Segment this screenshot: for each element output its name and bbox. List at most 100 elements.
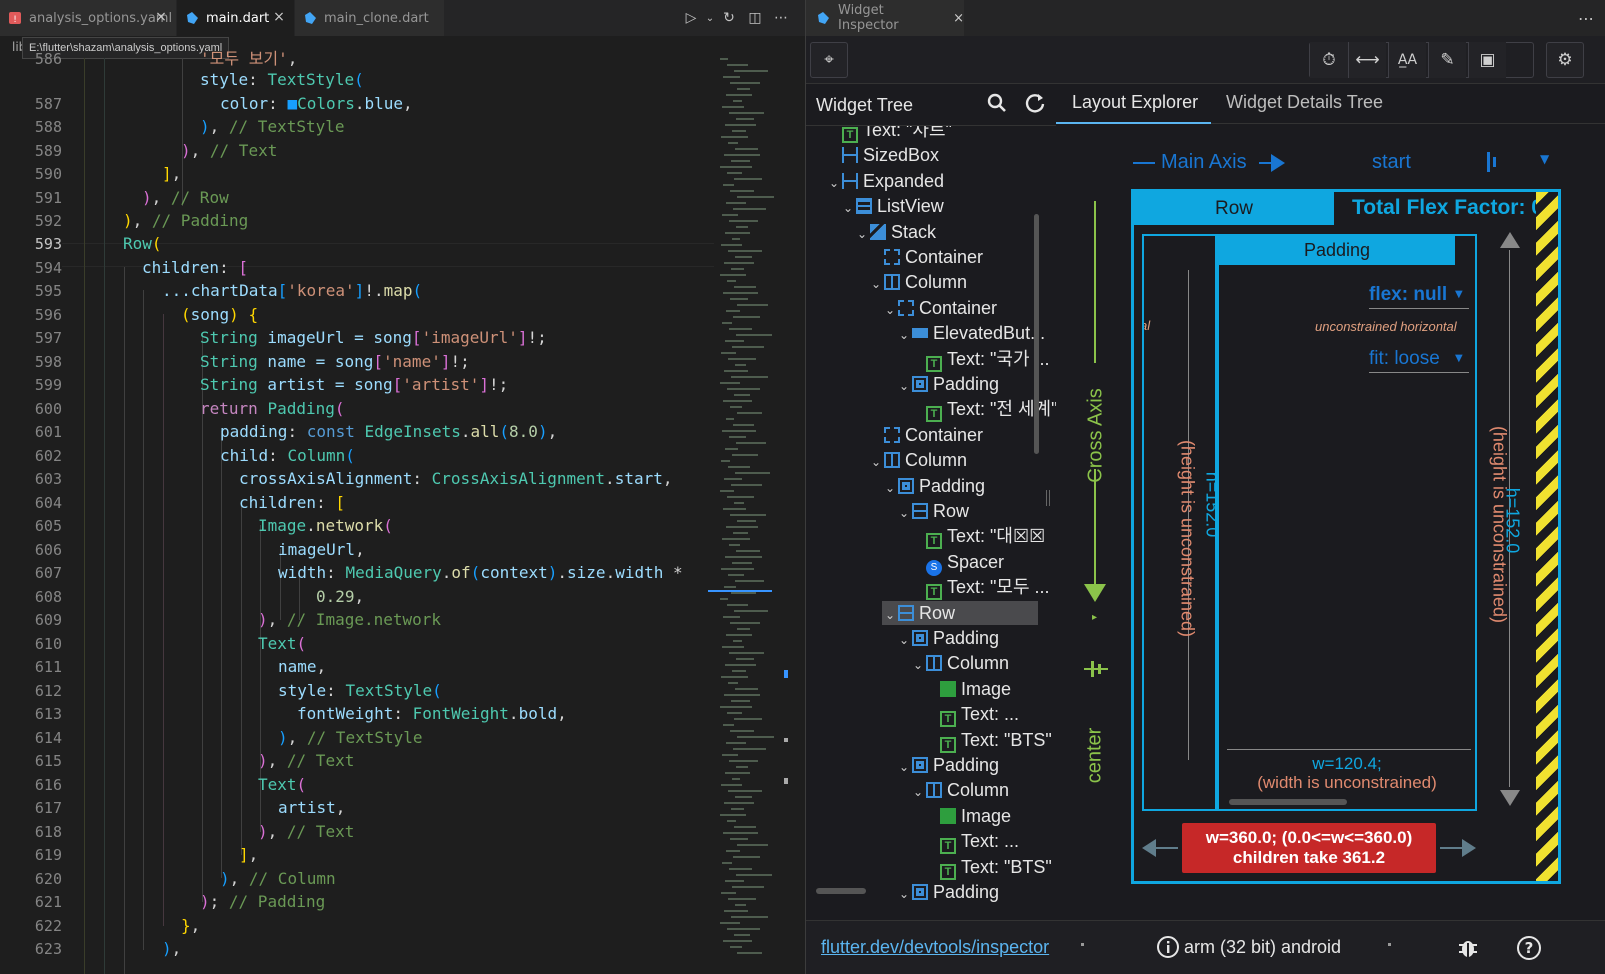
chevron-down-icon[interactable]: ⌄ (868, 272, 884, 296)
tree-node[interactable]: ⌄ Padding (896, 880, 999, 904)
code-line[interactable]: ), // TextStyle (200, 115, 345, 139)
bug-icon[interactable] (1456, 935, 1480, 963)
tree-node[interactable]: T Text: "BTS" (924, 855, 1052, 880)
tab-main-dart[interactable]: main.dart × (177, 0, 295, 36)
padding-child-box[interactable]: Padding flex: null ▼ unconstrained horiz… (1217, 234, 1477, 811)
show-guidelines-button[interactable]: ⟷ (1348, 42, 1386, 78)
code-line[interactable]: ), // Text (258, 749, 354, 773)
close-icon[interactable]: × (154, 10, 168, 24)
editor-scrollbar[interactable] (780, 58, 794, 974)
tree-node[interactable]: Image (924, 804, 1011, 828)
code-line[interactable]: 0.29, (316, 585, 364, 609)
code-line[interactable]: '모두 보기', (200, 47, 297, 71)
code-line[interactable]: ...chartData['korea']!.map( (162, 279, 422, 303)
chevron-down-icon[interactable]: ⌄ (896, 755, 912, 779)
code-line[interactable]: ), // Text (181, 139, 277, 163)
more-icon[interactable]: ⋯ (1578, 9, 1594, 28)
code-line[interactable]: child: Column( (220, 444, 355, 468)
tree-node[interactable]: ⌄ ListView (840, 194, 944, 218)
code-line[interactable]: style: TextStyle( (200, 68, 364, 92)
chevron-down-icon[interactable]: ⌄ (896, 501, 912, 525)
flex-dropdown[interactable]: flex: null (1369, 284, 1447, 306)
code-line[interactable]: Text( (258, 773, 306, 797)
tab-widget-inspector[interactable]: Widget Inspector × (806, 0, 964, 36)
tree-node[interactable]: Container (868, 423, 983, 447)
code-line[interactable]: ); // Padding (200, 890, 325, 914)
code-line[interactable]: ), // Image.network (258, 608, 441, 632)
tree-node[interactable]: ⌄ Padding (882, 474, 985, 498)
chevron-down-icon[interactable]: ⌄ (896, 374, 912, 398)
highlight-repaints-button[interactable]: ✎ (1428, 42, 1466, 78)
chevron-down-icon[interactable]: ⌄ (882, 603, 898, 627)
tree-node[interactable]: ⌄ Column (910, 778, 1009, 802)
previous-child-box[interactable]: al (height is unconstrained) h=152.0 (1142, 234, 1217, 811)
chevron-down-icon[interactable]: ⌄ (896, 628, 912, 652)
tree-node[interactable]: ⌄ Container (882, 296, 997, 320)
show-baselines-button[interactable]: A̲A (1388, 42, 1426, 78)
code-line[interactable]: ), // TextStyle (278, 726, 423, 750)
tree-node[interactable]: ⌄ Column (868, 448, 967, 472)
code-line[interactable]: children: [ (142, 256, 248, 280)
devtools-inspector-link[interactable]: flutter.dev/devtools/inspector (821, 937, 1049, 958)
code-line[interactable]: ), // Padding (123, 209, 248, 233)
code-line[interactable]: String artist = song['artist']!; (200, 373, 508, 397)
tree-node[interactable]: T Text: "대☒☒ (910, 524, 1045, 550)
code-line[interactable]: ), // Row (142, 186, 229, 210)
widget-tree[interactable]: T Text: "차트" SizedBox ⌄ Expanded ⌄ ListView ⌄ St… (806, 126, 1067, 920)
tree-node[interactable]: ⌄ Padding (896, 626, 999, 650)
tree-node[interactable]: T Text: ... (924, 702, 1019, 728)
chevron-down-icon[interactable]: ⌄ (910, 780, 926, 804)
code-line[interactable]: Image.network( (258, 514, 393, 538)
panel-splitter[interactable] (1046, 490, 1050, 506)
select-widget-mode-button[interactable]: ⌖ (810, 42, 848, 78)
row-box[interactable]: Row Total Flex Factor: 0 al (height is u… (1131, 189, 1561, 884)
minimap[interactable] (708, 58, 774, 974)
code-line[interactable]: ), // Column (220, 867, 336, 891)
chevron-right-icon[interactable]: ▸ (1092, 612, 1097, 623)
code-line[interactable]: style: TextStyle( (278, 679, 442, 703)
fit-dropdown[interactable]: fit: loose (1369, 348, 1440, 370)
tree-node[interactable]: T Text: "국가 ... (910, 347, 1050, 372)
code-line[interactable]: Row( (123, 232, 162, 256)
code-line[interactable]: }, (181, 914, 200, 938)
tree-node[interactable]: T Text: "차트" (826, 126, 952, 143)
tree-node[interactable]: ⌄ Expanded (826, 169, 944, 193)
code-line[interactable]: (song) { (181, 303, 258, 327)
code-line[interactable]: ], (239, 843, 258, 867)
tree-node[interactable]: T Text: "BTS" (924, 728, 1052, 753)
code-line[interactable]: crossAxisAlignment: CrossAxisAlignment.s… (239, 467, 673, 491)
cross-axis-alignment-dropdown[interactable]: center (1084, 719, 1107, 793)
tree-horizontal-scrollbar[interactable] (816, 888, 866, 894)
tree-node[interactable]: ⌄ Padding (896, 753, 999, 777)
code-line[interactable]: artist, (278, 796, 345, 820)
chevron-down-icon[interactable]: ⌄ (854, 222, 870, 246)
tree-node[interactable]: ⌄ Column (868, 270, 967, 294)
search-icon[interactable] (986, 92, 1008, 119)
tree-node[interactable]: ⌄ Stack (854, 220, 936, 244)
tree-node[interactable]: Container (868, 245, 983, 269)
tree-node[interactable]: S Spacer (910, 550, 1004, 576)
tab-analysis-options[interactable]: ! analysis_options.yaml × (0, 0, 177, 36)
code-line[interactable]: String name = song['name']!; (200, 350, 470, 374)
code-line[interactable]: width: MediaQuery.of(context).size.width… (278, 561, 683, 585)
code-line[interactable]: ), (162, 937, 181, 961)
chevron-down-icon[interactable]: ⌄ (882, 476, 898, 500)
chevron-down-icon[interactable]: ⌄ (868, 450, 884, 474)
chevron-down-icon[interactable]: ⌄ (896, 882, 912, 906)
slow-animations-button[interactable]: ⏱ (1310, 42, 1348, 78)
padding-scrollbar[interactable] (1229, 799, 1347, 805)
tree-node[interactable]: ⌄ Row (896, 499, 969, 523)
hot-reload-icon[interactable]: ↻ (716, 10, 742, 26)
tree-node[interactable]: T Text: "모두 ... (910, 575, 1050, 601)
tree-node[interactable]: ⌄ Padding (896, 372, 999, 396)
main-axis-alignment-dropdown[interactable]: start (1372, 151, 1411, 174)
tab-layout-explorer[interactable]: Layout Explorer (1072, 92, 1198, 113)
code-line[interactable]: padding: const EdgeInsets.all(8.0), (220, 420, 557, 444)
chevron-down-icon[interactable]: ⌄ (882, 298, 898, 322)
code-line[interactable]: imageUrl, (278, 538, 365, 562)
code-line[interactable]: Text( (258, 632, 306, 656)
tree-node[interactable]: ⌄ ElevatedBut... (896, 321, 1045, 345)
more-icon[interactable]: ⋯ (768, 10, 794, 26)
close-icon[interactable]: × (953, 11, 964, 26)
chevron-down-icon[interactable]: ⌄ (704, 13, 716, 24)
